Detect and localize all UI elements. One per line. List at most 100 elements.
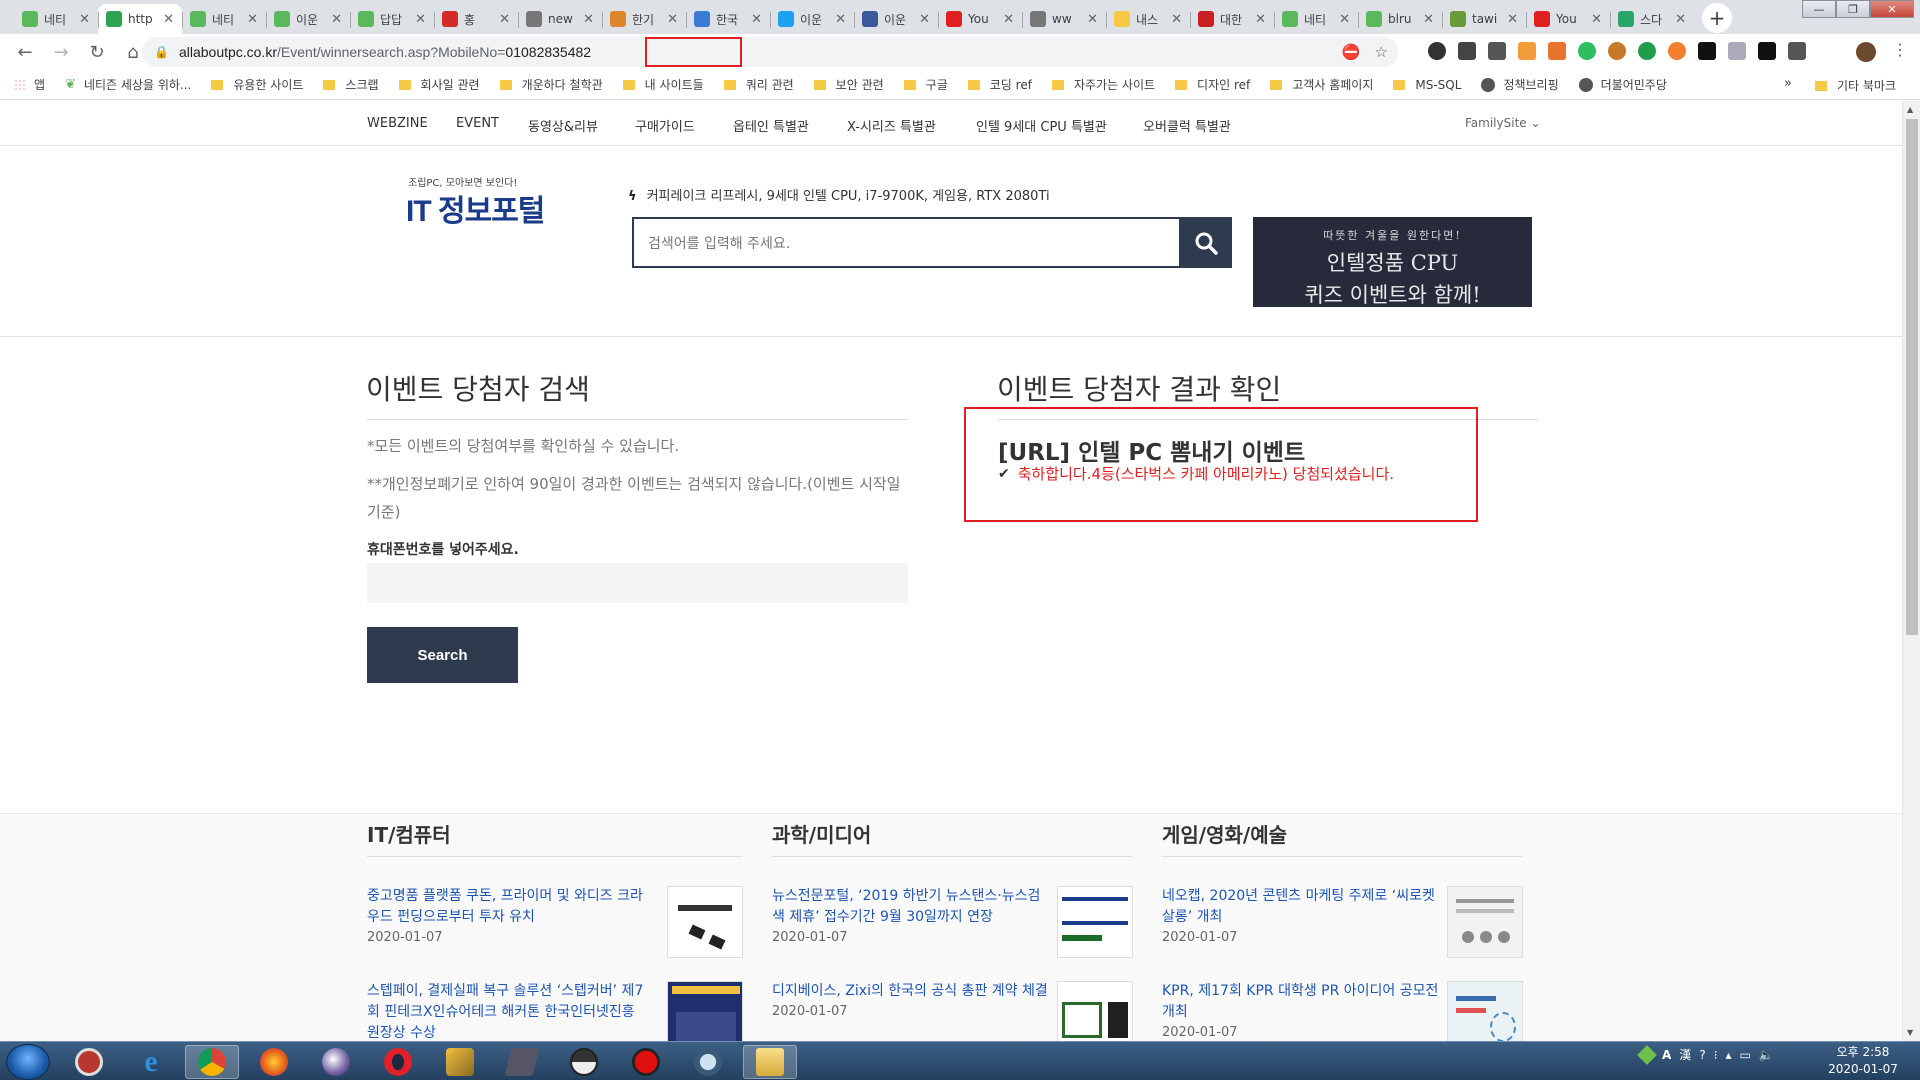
extension-icon[interactable] (1758, 42, 1776, 60)
bookmark-item[interactable]: 정책브리핑 (1481, 76, 1559, 93)
back-button[interactable]: ← (10, 37, 40, 67)
browser-tab[interactable]: 이운 ✕ (266, 4, 350, 34)
family-site-dropdown[interactable]: FamilySite ⌄ (1465, 116, 1541, 130)
extension-icon[interactable] (1698, 42, 1716, 60)
evernote-icon[interactable] (1578, 42, 1596, 60)
bookmark-star-icon[interactable]: ☆ (1375, 43, 1388, 61)
tab-close-icon[interactable]: ✕ (1255, 12, 1266, 27)
browser-tab[interactable]: 한국 ✕ (686, 4, 770, 34)
scroll-up-arrow-icon[interactable]: ▲ (1907, 105, 1913, 114)
tab-close-icon[interactable]: ✕ (751, 12, 762, 27)
scrollbar-thumb[interactable] (1906, 119, 1918, 635)
network-icon[interactable]: ▭ (1740, 1048, 1751, 1062)
browser-tab[interactable]: 스다 ✕ (1610, 4, 1694, 34)
tab-close-icon[interactable]: ✕ (1423, 12, 1434, 27)
browser-tab[interactable]: 대한 ✕ (1190, 4, 1274, 34)
address-bar[interactable]: 🔒 allaboutpc.co.kr/Event/winnersearch.as… (142, 37, 1398, 67)
maximize-button[interactable]: ❐ (1836, 0, 1870, 18)
bookmark-item[interactable]: 쿼리 관련 (723, 76, 794, 93)
bookmark-item[interactable]: 고객사 홈페이지 (1270, 76, 1373, 93)
extension-icon[interactable] (1668, 42, 1686, 60)
news-thumbnail[interactable] (1447, 886, 1523, 958)
scroll-down-arrow-icon[interactable]: ▼ (1907, 1028, 1913, 1037)
profile-avatar[interactable] (1856, 42, 1876, 62)
news-item[interactable]: 디지베이스, Zixi의 한국의 공식 총판 계약 체결 2020-01-07 (772, 981, 1052, 1019)
site-search-button[interactable] (1179, 217, 1232, 268)
extension-icon[interactable] (1488, 42, 1506, 60)
other-bookmarks[interactable]: 기타 북마크 (1814, 77, 1896, 94)
taskbar-app-chip[interactable] (495, 1045, 549, 1079)
browser-tab[interactable]: new ✕ (518, 4, 602, 34)
bookmark-item[interactable]: 내 사이트들 (622, 76, 704, 93)
download-icon[interactable] (1728, 42, 1746, 60)
browser-tab[interactable]: You ✕ (938, 4, 1022, 34)
gnb-item-overclock[interactable]: 오버클럭 특별관 (1143, 116, 1231, 135)
site-search-input[interactable]: 검색어를 입력해 주세요. (632, 217, 1179, 268)
tab-close-icon[interactable]: ✕ (331, 12, 342, 27)
tab-close-icon[interactable]: ✕ (1591, 12, 1602, 27)
taskbar-app-sublime[interactable] (309, 1045, 363, 1079)
tab-close-icon[interactable]: ✕ (1087, 12, 1098, 27)
news-title[interactable]: 네오캡, 2020년 콘텐츠 마케팅 주제로 ‘씨로켓 살롱’ 개최 (1162, 886, 1442, 928)
tab-close-icon[interactable]: ✕ (1507, 12, 1518, 27)
browser-tab[interactable]: ww ✕ (1022, 4, 1106, 34)
gnb-item-optane[interactable]: 옵테인 특별관 (733, 116, 809, 135)
tab-close-icon[interactable]: ✕ (79, 12, 90, 27)
taskbar-app-ie[interactable]: e (124, 1045, 178, 1079)
news-title[interactable]: 디지베이스, Zixi의 한국의 공식 총판 계약 체결 (772, 981, 1052, 1002)
extension-icon[interactable] (1428, 42, 1446, 60)
ime-settings-icon[interactable]: ⁝ (1714, 1048, 1718, 1062)
browser-tab[interactable]: 이운 ✕ (770, 4, 854, 34)
tab-close-icon[interactable]: ✕ (919, 12, 930, 27)
browser-tab[interactable]: 내스 ✕ (1106, 4, 1190, 34)
system-clock[interactable]: 오후 2:58 2020-01-07 (1818, 1044, 1908, 1078)
cookie-icon[interactable] (1608, 42, 1626, 60)
ime-mode-indicator[interactable]: A (1662, 1048, 1671, 1062)
rss-icon[interactable] (1518, 42, 1536, 60)
bookmark-item[interactable]: 유용한 사이트 (211, 76, 303, 93)
reload-button[interactable]: ↻ (82, 37, 112, 67)
browser-tab[interactable]: 네티 ✕ (1274, 4, 1358, 34)
new-tab-button[interactable]: + (1702, 3, 1732, 33)
bookmark-item[interactable]: 회사일 관련 (398, 76, 480, 93)
forward-button[interactable]: → (46, 37, 76, 67)
tab-close-icon[interactable]: ✕ (835, 12, 846, 27)
event-banner[interactable]: 따뜻한 겨울을 원한다면! 인텔정품 CPU 퀴즈 이벤트와 함께! (1253, 217, 1532, 307)
bookmark-item[interactable]: 보안 관련 (813, 76, 884, 93)
browser-tab[interactable]: blru ✕ (1358, 4, 1442, 34)
news-title[interactable]: 뉴스전문포털, ‘2019 하반기 뉴스탠스·뉴스검색 제휴’ 접수기간 9월 … (772, 886, 1052, 928)
site-logo[interactable]: IT 정보포털 (406, 186, 545, 230)
tab-close-icon[interactable]: ✕ (499, 12, 510, 27)
translate-icon[interactable]: ⛔ (1342, 43, 1361, 61)
news-category-game[interactable]: 게임/영화/예술 (1162, 819, 1287, 848)
browser-tab[interactable]: You ✕ (1526, 4, 1610, 34)
browser-tab[interactable]: 네티 ✕ (182, 4, 266, 34)
news-thumbnail[interactable] (667, 886, 743, 958)
browser-tab[interactable]: tawi ✕ (1442, 4, 1526, 34)
browser-tab[interactable]: http ✕ (98, 4, 182, 34)
news-category-it[interactable]: IT/컴퓨터 (367, 819, 451, 848)
news-title[interactable]: KPR, 제17회 KPR 대학생 PR 아이디어 공모전 개최 (1162, 981, 1442, 1023)
page-scrollbar[interactable]: ▲ ▼ (1902, 101, 1920, 1041)
extension-icon[interactable] (1548, 42, 1566, 60)
help-icon[interactable]: ? (1699, 1048, 1705, 1062)
news-item[interactable]: 네오캡, 2020년 콘텐츠 마케팅 주제로 ‘씨로켓 살롱’ 개최 2020-… (1162, 886, 1442, 945)
browser-tab[interactable]: 한기 ✕ (602, 4, 686, 34)
hanja-indicator[interactable]: 漢 (1679, 1046, 1691, 1063)
bookmark-item[interactable]: MS-SQL (1393, 78, 1461, 92)
extension-icon[interactable] (1458, 42, 1476, 60)
bookmarks-overflow-button[interactable]: » (1784, 76, 1792, 91)
gnb-item-event[interactable]: EVENT (456, 116, 499, 131)
taskbar-app-chrome[interactable] (185, 1045, 239, 1079)
news-item[interactable]: 뉴스전문포털, ‘2019 하반기 뉴스탠스·뉴스검색 제휴’ 접수기간 9월 … (772, 886, 1052, 945)
tab-close-icon[interactable]: ✕ (583, 12, 594, 27)
tab-close-icon[interactable]: ✕ (1675, 12, 1686, 27)
taskbar-app-record[interactable] (619, 1045, 673, 1079)
bookmark-item[interactable]: 자주가는 사이트 (1051, 76, 1155, 93)
bookmark-item[interactable]: 스크랩 (323, 76, 379, 93)
gnb-item-buying-guide[interactable]: 구매가이드 (635, 116, 695, 135)
taskbar-app-tree[interactable] (681, 1045, 735, 1079)
tab-close-icon[interactable]: ✕ (1003, 12, 1014, 27)
phone-number-input[interactable] (367, 563, 908, 603)
taskbar-app-opera[interactable] (371, 1045, 425, 1079)
